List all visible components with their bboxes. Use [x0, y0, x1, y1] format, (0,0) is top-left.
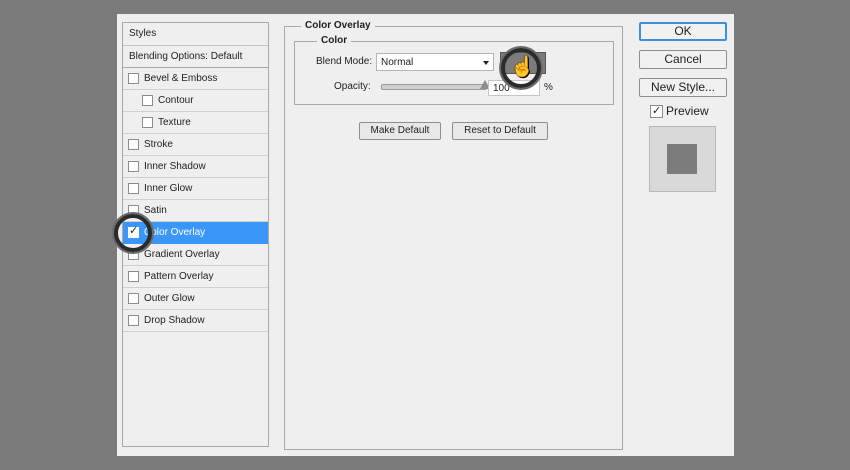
style-item-checkbox[interactable] [128, 139, 139, 150]
make-default-button[interactable]: Make Default [359, 122, 441, 140]
color-overlay-panel: Color Overlay Color Blend Mode: Normal O… [284, 20, 623, 450]
color-group-title: Color [317, 35, 352, 47]
opacity-slider-track[interactable] [381, 84, 487, 90]
preview-thumbnail [649, 126, 716, 192]
cancel-button[interactable]: Cancel [639, 50, 727, 69]
checkmark-icon: ✓ [652, 105, 662, 117]
style-item-label: Texture [158, 117, 191, 128]
style-item[interactable]: Stroke [123, 134, 268, 156]
reset-to-default-button[interactable]: Reset to Default [452, 122, 548, 140]
style-item-label: Inner Shadow [144, 161, 206, 172]
new-style-button[interactable]: New Style... [639, 78, 727, 97]
color-overlay-title: Color Overlay [301, 20, 375, 32]
color-group: Color Blend Mode: Normal Opacity: 100 % [294, 35, 614, 105]
blend-mode-label: Blend Mode: [316, 56, 373, 67]
style-item-checkbox[interactable] [128, 183, 139, 194]
style-item[interactable]: Outer Glow [123, 288, 268, 310]
style-item[interactable]: Texture [123, 112, 268, 134]
chevron-down-icon [483, 61, 489, 65]
blending-options-item[interactable]: Blending Options: Default [123, 46, 268, 68]
style-item-label: Outer Glow [144, 293, 195, 304]
style-item-checkbox[interactable] [128, 161, 139, 172]
style-item-label: Contour [158, 95, 194, 106]
blend-mode-value: Normal [381, 57, 414, 68]
opacity-label: Opacity: [334, 81, 371, 92]
preview-label: Preview [666, 104, 709, 118]
style-item-checkbox[interactable] [128, 315, 139, 326]
style-item[interactable]: Inner Shadow [123, 156, 268, 178]
style-item-label: Pattern Overlay [144, 271, 214, 282]
style-item[interactable]: Pattern Overlay [123, 266, 268, 288]
style-item[interactable]: Inner Glow [123, 178, 268, 200]
style-item-label: Color Overlay [144, 227, 206, 238]
opacity-unit: % [544, 82, 553, 93]
style-item-label: Drop Shadow [144, 315, 205, 326]
highlight-ring-checkbox [114, 214, 152, 252]
style-item[interactable]: Contour [123, 90, 268, 112]
style-item-label: Stroke [144, 139, 173, 150]
style-item-label: Satin [144, 205, 167, 216]
layer-style-dialog: Styles Blending Options: Default Bevel &… [117, 14, 734, 456]
style-item-checkbox[interactable] [142, 95, 153, 106]
preview-checkbox[interactable]: ✓ [650, 105, 663, 118]
blend-mode-select[interactable]: Normal [376, 53, 494, 71]
hand-cursor-icon: ☝ [510, 56, 535, 78]
style-item-label: Inner Glow [144, 183, 193, 194]
style-item-label: Gradient Overlay [144, 249, 220, 260]
ok-button[interactable]: OK [639, 22, 727, 41]
style-item[interactable]: Bevel & Emboss [123, 68, 268, 90]
style-item[interactable]: Drop Shadow [123, 310, 268, 332]
style-item-checkbox[interactable] [128, 293, 139, 304]
style-item-checkbox[interactable] [128, 271, 139, 282]
style-item-checkbox[interactable] [128, 73, 139, 84]
style-item-checkbox[interactable] [142, 117, 153, 128]
preview-swatch [667, 144, 697, 174]
styles-header[interactable]: Styles [123, 23, 268, 46]
style-item-label: Bevel & Emboss [144, 73, 218, 84]
